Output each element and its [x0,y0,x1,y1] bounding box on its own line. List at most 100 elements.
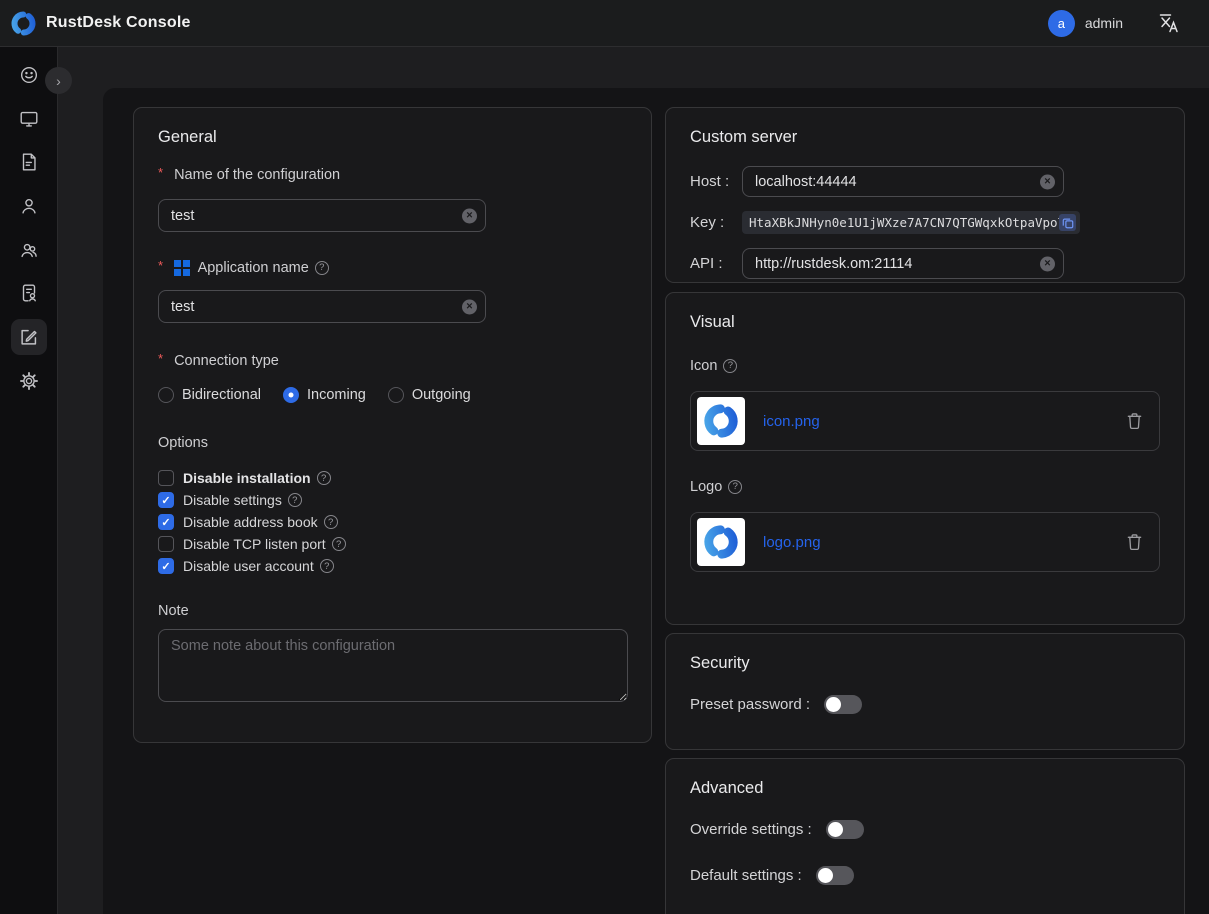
help-icon[interactable]: ? [288,493,302,507]
help-icon[interactable]: ? [320,559,334,573]
preset-password-row: Preset password : [690,695,1160,714]
help-icon[interactable]: ? [723,359,737,373]
checkbox-disable-user-account[interactable]: Disable user account ? [158,555,627,577]
custom-server-title: Custom server [690,125,1160,149]
radio-icon [283,387,299,403]
visual-card: Visual Icon ? icon.png Logo ? [665,292,1185,625]
logo-label: Logo ? [690,477,1160,497]
checkbox-icon [158,536,174,552]
clear-icon[interactable]: × [462,299,477,314]
checkbox-disable-settings[interactable]: Disable settings ? [158,489,627,511]
logo-file-link[interactable]: logo.png [763,534,821,551]
api-label: API : [690,255,742,272]
radio-icon [388,387,404,403]
radio-incoming[interactable]: Incoming [283,387,366,403]
clear-icon[interactable]: × [462,208,477,223]
note-textarea[interactable] [158,629,628,702]
clear-icon[interactable]: × [1040,256,1055,271]
radio-outgoing[interactable]: Outgoing [388,387,471,403]
content-wrapper: General Name of the configuration × Appl… [103,88,1209,914]
sidebar [0,47,58,914]
sidebar-item-devices[interactable] [11,101,47,137]
sidebar-item-licenses[interactable] [11,275,47,311]
connection-type-radios: Bidirectional Incoming Outgoing [158,387,627,403]
preset-password-label: Preset password : [690,696,810,713]
document-icon [18,151,40,173]
rustdesk-logo-icon [10,10,37,37]
trash-icon[interactable] [1126,533,1143,551]
checkbox-disable-installation[interactable]: Disable installation ? [158,467,627,489]
checkbox-disable-address-book[interactable]: Disable address book ? [158,511,627,533]
topbar: RustDesk Console a admin [0,0,1209,47]
advanced-title: Advanced [690,776,1160,800]
sidebar-item-dashboard[interactable] [11,57,47,93]
options-label: Options [158,433,627,453]
host-input[interactable] [742,166,1064,197]
sidebar-expand-button[interactable]: › [45,67,72,94]
translate-icon[interactable] [1159,13,1179,33]
app-name-label: Application name ? [158,258,627,278]
key-value: HtaXBkJNHyn0e1U1jWXze7A7CN7QTGWqxkOtpaVp… [749,215,1059,230]
app-name-field: × [158,290,486,323]
icon-file-link[interactable]: icon.png [763,413,820,430]
sidebar-item-audit[interactable] [11,144,47,180]
key-row: Key : HtaXBkJNHyn0e1U1jWXze7A7CN7QTGWqxk… [690,211,1160,234]
key-label: Key : [690,214,742,231]
user-group-icon [18,239,40,261]
monitor-icon [18,108,40,130]
api-row: API : × [690,248,1160,279]
options-list: Disable installation ? Disable settings … [158,467,627,577]
settings-icon [18,370,40,392]
default-settings-label: Default settings : [690,867,802,884]
security-title: Security [690,651,1160,675]
avatar[interactable]: a [1048,10,1075,37]
username[interactable]: admin [1085,15,1123,31]
icon-file-row: icon.png [690,391,1160,451]
config-name-field: × [158,199,486,232]
connection-type-label: Connection type [158,351,627,371]
key-field: HtaXBkJNHyn0e1U1jWXze7A7CN7QTGWqxkOtpaVp… [742,211,1080,234]
help-icon[interactable]: ? [317,471,331,485]
advanced-card: Advanced Override settings : Default set… [665,758,1185,914]
security-card: Security Preset password : [665,633,1185,750]
sidebar-item-users[interactable] [11,188,47,224]
sidebar-item-groups[interactable] [11,232,47,268]
override-settings-toggle[interactable] [826,820,864,839]
help-icon[interactable]: ? [324,515,338,529]
windows-icon [174,260,190,276]
icon-label: Icon ? [690,356,1160,376]
checkbox-icon [158,558,174,574]
edit-icon [18,326,40,348]
help-icon[interactable]: ? [332,537,346,551]
logo-thumbnail [697,518,745,566]
help-icon[interactable]: ? [315,261,329,275]
host-field: × [742,166,1064,197]
app-title: RustDesk Console [46,14,191,32]
clear-icon[interactable]: × [1040,174,1055,189]
sidebar-item-custom-clients[interactable] [11,319,47,355]
default-settings-toggle[interactable] [816,866,854,885]
smiley-icon [18,64,40,86]
sidebar-item-settings[interactable] [11,363,47,399]
trash-icon[interactable] [1126,412,1143,430]
preset-password-toggle[interactable] [824,695,862,714]
copy-icon[interactable] [1059,214,1076,231]
radio-bidirectional[interactable]: Bidirectional [158,387,261,403]
api-input[interactable] [742,248,1064,279]
audit-log-icon [18,282,40,304]
note-label: Note [158,601,627,621]
app-name-input[interactable] [158,290,486,323]
icon-thumbnail [697,397,745,445]
api-field: × [742,248,1064,279]
host-label: Host : [690,173,742,190]
user-icon [18,195,40,217]
checkbox-disable-tcp-listen-port[interactable]: Disable TCP listen port ? [158,533,627,555]
override-settings-label: Override settings : [690,821,812,838]
config-name-input[interactable] [158,199,486,232]
checkbox-icon [158,514,174,530]
radio-icon [158,387,174,403]
logo-file-row: logo.png [690,512,1160,572]
help-icon[interactable]: ? [728,480,742,494]
override-settings-row: Override settings : [690,820,1160,839]
default-settings-row: Default settings : [690,866,1160,885]
